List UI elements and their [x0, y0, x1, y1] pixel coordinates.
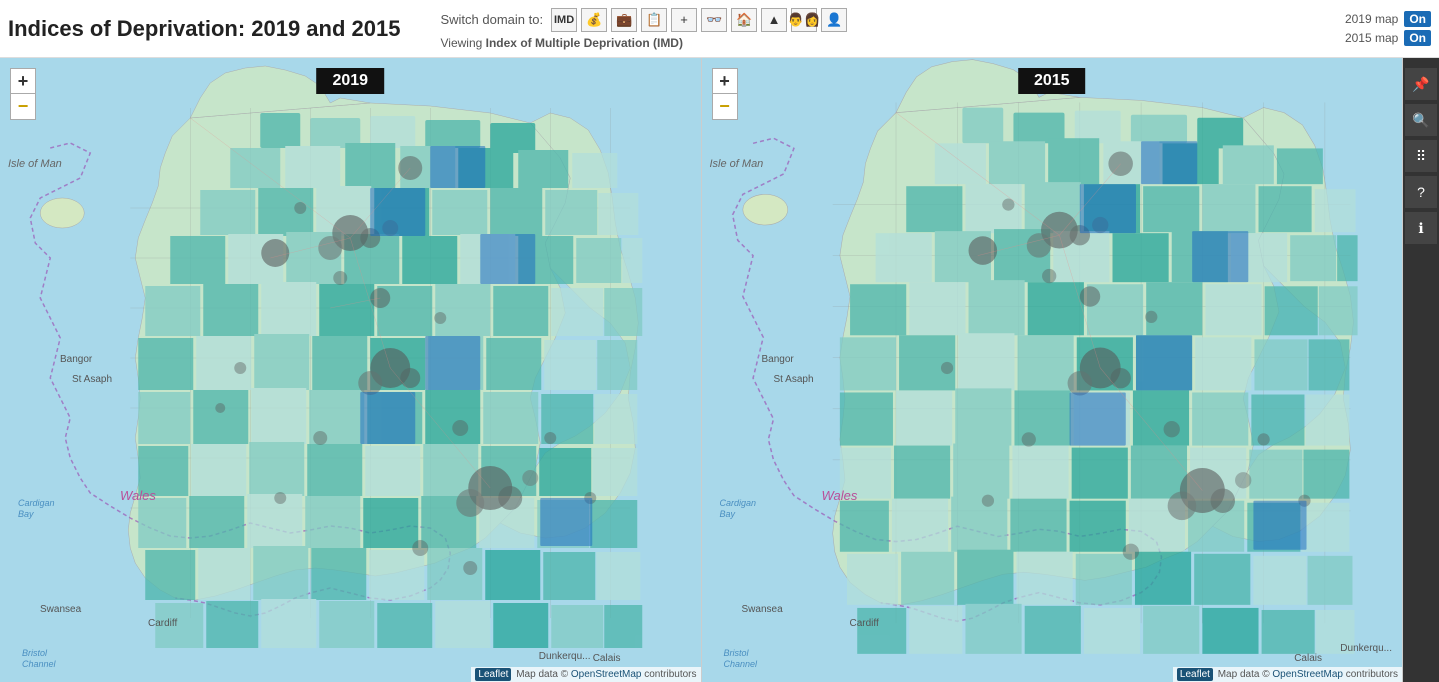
dunkerque-label-2019: Dunkerqu... [539, 651, 591, 662]
maps-container: + − 2019 Isle of Man Wales Bangor St Asa… [0, 58, 1439, 682]
domain-btn-income[interactable]: 💰 [581, 8, 607, 32]
map-2019-toggle-label: 2019 map [1345, 12, 1398, 26]
cardigan-bay-label-2015: CardiganBay [720, 498, 757, 520]
leaflet-badge-2015[interactable]: Leaflet [1177, 668, 1213, 681]
bristol-channel-label-2019: BristolChannel [22, 648, 56, 670]
domain-btn-environment[interactable]: ▲ [761, 8, 787, 32]
map-attribution-2015: Leaflet Map data © OpenStreetMap contrib… [1173, 667, 1402, 682]
leaflet-badge-2019[interactable]: Leaflet [475, 668, 511, 681]
domain-btn-crime[interactable]: 👓 [701, 8, 727, 32]
swansea-label-2015: Swansea [742, 604, 783, 615]
switch-domain-label: Switch domain to: [440, 12, 543, 27]
domain-btn-education[interactable]: 📋 [641, 8, 667, 32]
zoom-out-button-2019[interactable]: − [10, 94, 36, 120]
bristol-channel-label-2015: BristolChannel [724, 648, 758, 670]
map-2015-toggle-row: 2015 map On [1345, 30, 1431, 46]
search-tool[interactable]: 🔍 [1405, 104, 1437, 136]
swansea-label-2019: Swansea [40, 604, 81, 615]
osm-link-2019[interactable]: OpenStreetMap [571, 669, 642, 680]
map-2019-toggle-row: 2019 map On [1345, 11, 1431, 27]
pin-tool[interactable]: 📌 [1405, 68, 1437, 100]
cardiff-label-2019: Cardiff [148, 618, 177, 629]
calais-label-2019: Calais [593, 653, 621, 664]
map-year-badge-2019: 2019 [316, 68, 384, 94]
grid-tool[interactable]: ⠿ [1405, 140, 1437, 172]
zoom-in-button-2015[interactable]: + [712, 68, 738, 94]
cardiff-label-2015: Cardiff [850, 618, 879, 629]
viewing-value: Index of Multiple Deprivation (IMD) [486, 36, 683, 50]
domain-btn-housing[interactable]: 🏠 [731, 8, 757, 32]
map-attribution-2019: Leaflet Map data © OpenStreetMap contrib… [471, 667, 700, 682]
map-panel-2019[interactable]: + − 2019 Isle of Man Wales Bangor St Asa… [0, 58, 702, 682]
page-title: Indices of Deprivation: 2019 and 2015 [8, 16, 400, 42]
map-year-badge-2015: 2015 [1018, 68, 1086, 94]
zoom-out-button-2015[interactable]: − [712, 94, 738, 120]
zoom-in-button-2019[interactable]: + [10, 68, 36, 94]
map-toggle-panel: 2019 map On 2015 map On [1345, 11, 1431, 46]
switch-domain-bar: Switch domain to: IMD 💰 💼 📋 + 👓 🏠 ▲ 👨‍👩 … [440, 8, 847, 32]
domain-btn-imd[interactable]: IMD [551, 8, 577, 32]
bangor-label-2019: Bangor [60, 354, 92, 365]
dunkerque-label-2015: Dunkerqu... [1340, 643, 1392, 654]
st-asaph-label-2015: St Asaph [774, 374, 814, 385]
domain-btn-idaci[interactable]: 👤 [821, 8, 847, 32]
help-tool[interactable]: ? [1405, 176, 1437, 208]
domain-btn-barriers[interactable]: 👨‍👩 [791, 8, 817, 32]
map-panel-2015[interactable]: + − 2015 Isle of Man Wales Bangor St Asa… [702, 58, 1404, 682]
calais-label-2015: Calais [1294, 653, 1322, 664]
map-2015-toggle-label: 2015 map [1345, 31, 1398, 45]
domain-btn-health[interactable]: + [671, 8, 697, 32]
bangor-label-2015: Bangor [762, 354, 794, 365]
header: Indices of Deprivation: 2019 and 2015 Sw… [0, 0, 1439, 58]
st-asaph-label-2019: St Asaph [72, 374, 112, 385]
cardigan-bay-label-2019: CardiganBay [18, 498, 55, 520]
map-2015-toggle-on[interactable]: On [1404, 30, 1431, 46]
domain-btn-employment[interactable]: 💼 [611, 8, 637, 32]
osm-link-2015[interactable]: OpenStreetMap [1272, 669, 1343, 680]
viewing-line: Viewing Index of Multiple Deprivation (I… [440, 36, 847, 50]
info-tool[interactable]: ℹ [1405, 212, 1437, 244]
map-2019-toggle-on[interactable]: On [1404, 11, 1431, 27]
right-sidebar: 📌 🔍 ⠿ ? ℹ [1403, 58, 1439, 682]
